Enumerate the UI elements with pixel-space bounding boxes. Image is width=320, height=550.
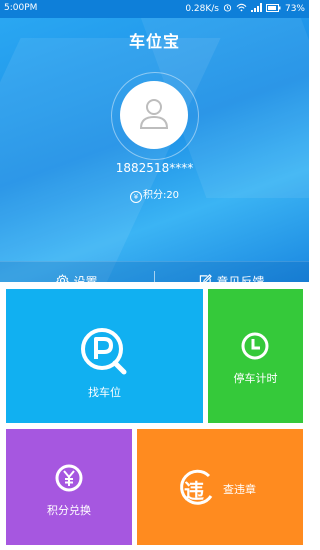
violation-icon: 违	[175, 468, 215, 508]
battery-icon	[265, 3, 281, 15]
yen-icon	[55, 464, 83, 495]
parking-timer-tile[interactable]: 停车计时	[208, 289, 303, 423]
yen-icon: ¥	[129, 191, 142, 203]
violations-tile[interactable]: 违 查违章	[137, 429, 303, 545]
battery-level: 73%	[284, 4, 305, 14]
settings-label: 设置	[73, 275, 98, 282]
user-points: ¥ 积分:20	[0, 186, 309, 203]
signal-icon	[250, 3, 262, 15]
network-speed: 0.28K/s	[185, 4, 219, 14]
feedback-button[interactable]: 意见反馈	[155, 262, 309, 282]
clock-icon	[240, 331, 270, 364]
avatar[interactable]	[120, 81, 188, 149]
alarm-icon	[223, 3, 232, 15]
gear-icon	[56, 273, 70, 282]
points-exchange-tile[interactable]: 积分兑换	[6, 429, 132, 545]
user-phone: 1882518****	[115, 161, 194, 175]
action-bar: 设置 意见反馈	[0, 261, 309, 282]
settings-button[interactable]: 设置	[0, 262, 154, 282]
edit-icon	[199, 273, 213, 282]
wifi-icon	[236, 3, 247, 15]
feedback-label: 意见反馈	[216, 275, 265, 282]
find-parking-label: 找车位	[88, 386, 121, 399]
profile-header: 车位宝 1882518**** ¥ 积分:20 设置 意见反馈	[0, 18, 309, 282]
parking-timer-label: 停车计时	[233, 372, 278, 385]
violation-glyph: 违	[184, 479, 204, 503]
app-title: 车位宝	[128, 32, 180, 51]
points-label: 积分:20	[142, 190, 180, 201]
status-time: 5:00PM	[4, 3, 38, 13]
find-parking-tile[interactable]: 找车位	[6, 289, 203, 423]
points-exchange-label: 积分兑换	[47, 504, 91, 517]
parking-search-icon	[80, 327, 130, 380]
status-right: 0.28K/s 73%	[185, 3, 305, 15]
status-bar: 5:00PM 0.28K/s 73%	[0, 0, 309, 18]
violations-label: 查违章	[223, 483, 256, 496]
